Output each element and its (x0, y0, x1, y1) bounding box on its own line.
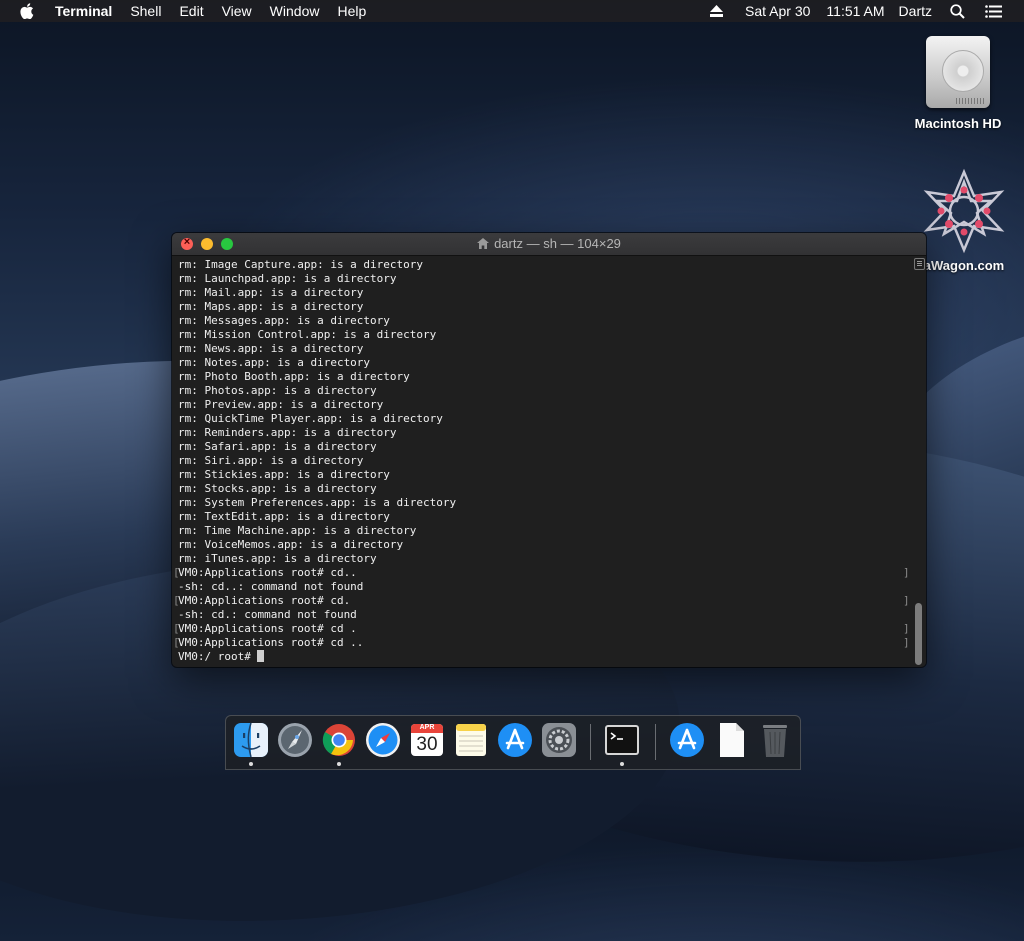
terminal-window[interactable]: × dartz — sh — 104×29 rm: Image Capture.… (172, 233, 926, 667)
desktop-icon-label: Macintosh HD (914, 116, 1002, 131)
terminal-line: rm: System Preferences.app: is a directo… (178, 496, 457, 509)
terminal-prompt-line: VM0:/ root# (178, 650, 912, 664)
applications-folder-icon[interactable] (669, 722, 705, 758)
terminal-line: VM0:Applications root# cd .. (173, 636, 912, 650)
menu-time[interactable]: 11:51 AM (818, 0, 892, 22)
spotlight-search-icon[interactable] (940, 3, 975, 19)
terminal-line: rm: iTunes.app: is a directory (178, 552, 377, 565)
terminal-line: rm: Preview.app: is a directory (178, 398, 384, 411)
window-title-text: dartz — sh — 104×29 (494, 236, 621, 251)
notification-center-icon[interactable] (975, 4, 1024, 18)
datawagon-logo-icon (921, 168, 1007, 254)
marks-icon[interactable] (914, 258, 925, 270)
menu-app-name[interactable]: Terminal (46, 0, 121, 22)
running-indicator (620, 762, 624, 766)
running-indicator (249, 762, 253, 766)
terminal-line: -sh: cd.: command not found (178, 608, 357, 621)
terminal-line: rm: Image Capture.app: is a directory (178, 258, 424, 271)
menu-window[interactable]: Window (261, 0, 329, 22)
terminal-line: rm: Mission Control.app: is a directory (178, 328, 437, 341)
menu-view[interactable]: View (213, 0, 261, 22)
home-folder-icon (477, 234, 490, 256)
terminal-line: rm: Stickies.app: is a directory (178, 468, 390, 481)
terminal-line: rm: Mail.app: is a directory (178, 286, 364, 299)
terminal-prompt: VM0:/ root# (178, 650, 258, 663)
chrome-icon[interactable] (321, 722, 357, 758)
calendar-icon[interactable]: APR 30 (409, 722, 445, 758)
menu-date[interactable]: Sat Apr 30 (737, 0, 818, 22)
desktop-icon-macintosh-hd[interactable]: Macintosh HD (898, 30, 1018, 131)
terminal-line: rm: Launchpad.app: is a directory (178, 272, 397, 285)
terminal-line: rm: TextEdit.app: is a directory (178, 510, 390, 523)
dock: APR 30 (225, 715, 801, 770)
window-titlebar[interactable]: × dartz — sh — 104×29 (172, 233, 926, 256)
calendar-month: APR (419, 724, 435, 731)
scrollbar[interactable] (912, 256, 926, 667)
terminal-line: rm: Photo Booth.app: is a directory (178, 370, 410, 383)
notes-icon[interactable] (453, 722, 489, 758)
terminal-line: rm: News.app: is a directory (178, 342, 364, 355)
system-preferences-icon[interactable] (541, 722, 577, 758)
terminal-line: rm: Maps.app: is a directory (178, 300, 364, 313)
text-cursor (257, 650, 265, 662)
apple-menu-icon[interactable] (20, 3, 34, 19)
menu-bar: Terminal Shell Edit View Window Help Sat… (0, 0, 1024, 22)
terminal-output[interactable]: rm: Image Capture.app: is a directory rm:… (172, 256, 912, 667)
terminal-line: VM0:Applications root# cd. (173, 594, 912, 608)
terminal-line: rm: Siri.app: is a directory (178, 454, 364, 467)
terminal-line: rm: Time Machine.app: is a directory (178, 524, 417, 537)
terminal-line: rm: Reminders.app: is a directory (178, 426, 397, 439)
calendar-day: 30 (416, 734, 438, 755)
menu-edit[interactable]: Edit (170, 0, 212, 22)
dock-separator (655, 724, 656, 760)
hard-drive-icon (922, 30, 994, 110)
safari-icon[interactable] (365, 722, 401, 758)
eject-icon[interactable] (698, 5, 737, 17)
finder-icon[interactable] (233, 722, 269, 758)
dock-separator (590, 724, 591, 760)
menu-user[interactable]: Dartz (893, 0, 940, 22)
terminal-line: -sh: cd..: command not found (178, 580, 364, 593)
terminal-line: VM0:Applications root# cd.. (173, 566, 912, 580)
terminal-line: rm: Notes.app: is a directory (178, 356, 371, 369)
terminal-line: rm: Safari.app: is a directory (178, 440, 377, 453)
menu-shell[interactable]: Shell (121, 0, 170, 22)
window-title: dartz — sh — 104×29 (172, 233, 926, 256)
trash-icon[interactable] (757, 722, 793, 758)
running-indicator (337, 762, 341, 766)
menu-help[interactable]: Help (328, 0, 375, 22)
terminal-line: VM0:Applications root# cd . (173, 622, 912, 636)
terminal-line: rm: Photos.app: is a directory (178, 384, 377, 397)
app-store-icon[interactable] (497, 722, 533, 758)
terminal-line: rm: Messages.app: is a directory (178, 314, 390, 327)
terminal-line: rm: VoiceMemos.app: is a directory (178, 538, 404, 551)
document-icon[interactable] (713, 722, 749, 758)
terminal-line: rm: QuickTime Player.app: is a directory (178, 412, 443, 425)
launchpad-icon[interactable] (277, 722, 313, 758)
terminal-line: rm: Stocks.app: is a directory (178, 482, 377, 495)
terminal-icon[interactable] (604, 722, 640, 758)
scrollbar-thumb[interactable] (915, 603, 922, 665)
